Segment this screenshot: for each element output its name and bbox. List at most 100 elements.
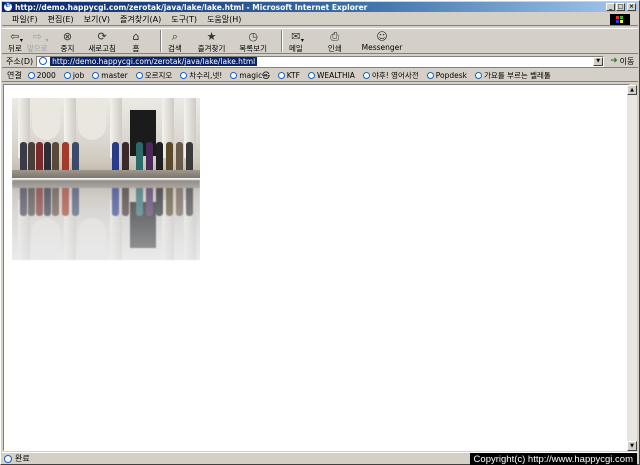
link-text: WEALTHIA xyxy=(316,70,355,80)
forward-dropdown-icon[interactable]: ▾ xyxy=(46,37,49,44)
scroll-up-arrow-icon[interactable]: ▲ xyxy=(627,85,637,95)
link-page-icon xyxy=(27,71,35,79)
history-icon: ◷ xyxy=(248,30,258,43)
search-label: 검색 xyxy=(167,44,182,53)
page-content xyxy=(3,84,630,451)
address-label: 주소(D) xyxy=(6,56,34,66)
back-label: 뒤로 xyxy=(8,44,22,53)
print-label: 인쇄 xyxy=(327,44,342,53)
search-icon: ⌕ xyxy=(171,30,178,43)
menu-bar: 파일(F) 편집(E) 보기(V) 즐겨찾기(A) 도구(T) 도움말(H) xyxy=(2,13,638,26)
stop-label: 중지 xyxy=(60,44,75,53)
link-page-icon xyxy=(426,71,434,79)
forward-button[interactable]: ⇨ 앞으로 xyxy=(26,29,48,54)
link-chasuri[interactable]: 차수리,넷! xyxy=(180,70,222,81)
link-master[interactable]: master xyxy=(92,70,128,80)
address-url[interactable]: http://demo.happycgi.com/zerotak/java/la… xyxy=(50,56,258,66)
menu-edit[interactable]: 편집(E) xyxy=(48,14,74,25)
address-input[interactable]: http://demo.happycgi.com/zerotak/java/la… xyxy=(36,55,605,67)
favorites-label: 즐겨찾기 xyxy=(197,44,226,53)
toolbar-separator xyxy=(281,30,283,52)
history-label: 목록보기 xyxy=(239,44,267,53)
go-label: 이동 xyxy=(619,56,635,66)
link-text: 야후! 영어사전 xyxy=(371,70,419,80)
close-button[interactable]: × xyxy=(627,3,636,11)
back-dropdown-icon[interactable]: ▾ xyxy=(20,37,23,44)
go-arrow-icon: ➜ xyxy=(610,56,618,66)
link-page-icon xyxy=(277,71,285,79)
favorites-button[interactable]: ★ 즐겨찾기 xyxy=(197,29,226,54)
copyright-overlay: Copyright(c) http://www.happycgi.com xyxy=(469,453,637,465)
refresh-button[interactable]: ⟳ 새로고침 xyxy=(88,29,116,54)
browser-window: http://demo.happycgi.com/zerotak/java/la… xyxy=(0,0,640,465)
home-button[interactable]: ⌂ 홈 xyxy=(130,29,142,54)
link-text: magic㉿ xyxy=(239,70,270,80)
lake-scene-photo xyxy=(12,98,200,178)
link-page-icon xyxy=(362,71,370,79)
forward-arrow-icon: ⇨ xyxy=(32,30,42,43)
link-page-icon xyxy=(180,71,188,79)
maximize-button[interactable]: □ xyxy=(616,3,625,11)
ie-app-icon[interactable] xyxy=(4,0,12,11)
address-dropdown-icon[interactable]: ▼ xyxy=(593,56,604,66)
print-button[interactable]: ⎙ 인쇄 xyxy=(327,29,342,54)
link-page-icon xyxy=(92,71,100,79)
address-bar: 주소(D) http://demo.happycgi.com/zerotak/j… xyxy=(2,55,638,68)
link-2000[interactable]: 2000 xyxy=(27,70,56,80)
printer-icon: ⎙ xyxy=(330,30,340,43)
vertical-scrollbar[interactable]: ▲ ▼ xyxy=(627,85,637,451)
menu-file[interactable]: 파일(F) xyxy=(12,14,38,25)
toolbar-separator xyxy=(159,30,162,52)
link-yahoo-dictionary[interactable]: 야후! 영어사전 xyxy=(362,70,419,81)
title-bar: http://demo.happycgi.com/zerotak/java/la… xyxy=(2,0,638,12)
search-button[interactable]: ⌕ 검색 xyxy=(167,29,182,54)
link-magic[interactable]: magic㉿ xyxy=(230,70,270,81)
lake-applet-image xyxy=(12,98,200,261)
link-text: job xyxy=(72,70,85,80)
menu-help[interactable]: 도움말(H) xyxy=(207,14,241,25)
link-text: 2000 xyxy=(36,70,56,80)
water-tint xyxy=(12,180,200,260)
link-popdesk[interactable]: Popdesk xyxy=(426,70,467,80)
page-icon xyxy=(39,57,48,65)
stop-button[interactable]: ⊗ 중지 xyxy=(60,29,75,54)
link-page-icon xyxy=(230,71,238,79)
messenger-person-icon: ☺ xyxy=(376,30,388,43)
refresh-icon: ⟳ xyxy=(97,30,107,43)
link-ringtone[interactable]: 가요를 부르는 벨레톨 xyxy=(474,70,551,81)
windows-logo-icon xyxy=(610,14,630,25)
history-button[interactable]: ◷ 목록보기 xyxy=(239,29,267,54)
link-orgio[interactable]: 오르지오 xyxy=(135,70,173,81)
home-label: 홈 xyxy=(132,44,140,53)
scroll-down-arrow-icon[interactable]: ▼ xyxy=(627,441,637,451)
link-job[interactable]: job xyxy=(63,70,85,80)
status-bar: 완료 Copyright(c) http://www.happycgi.com xyxy=(2,452,638,465)
messenger-label: Messenger xyxy=(361,43,403,52)
forward-label: 앞으로 xyxy=(26,44,48,53)
standard-toolbar: ⇦ 뒤로 ▾ ⇨ 앞으로 ▾ ⊗ 중지 ⟳ 새로고침 ⌂ 홈 ⌕ 검색 ★ 즐겨… xyxy=(2,28,638,54)
favorites-folder-icon: ★ xyxy=(206,30,217,43)
link-wealthia[interactable]: WEALTHIA xyxy=(307,70,355,80)
link-page-icon xyxy=(474,71,482,79)
refresh-label: 새로고침 xyxy=(88,44,116,53)
link-text: 오르지오 xyxy=(144,70,173,80)
window-title: http://demo.happycgi.com/zerotak/java/la… xyxy=(15,2,368,12)
link-ktf[interactable]: KTF xyxy=(277,70,300,80)
link-text: KTF xyxy=(286,70,300,80)
menu-tools[interactable]: 도구(T) xyxy=(171,14,197,25)
link-text: 가요를 부르는 벨레톨 xyxy=(483,70,551,80)
menu-favorites[interactable]: 즐겨찾기(A) xyxy=(120,14,161,25)
status-text: 완료 xyxy=(15,454,30,463)
page-done-icon xyxy=(4,454,12,463)
link-page-icon xyxy=(135,71,143,79)
link-text: 차수리,넷! xyxy=(189,70,223,80)
link-page-icon xyxy=(307,71,315,79)
link-text: master xyxy=(101,70,128,80)
minimize-button[interactable]: _ xyxy=(606,3,615,11)
messenger-button[interactable]: ☺ Messenger xyxy=(362,29,403,53)
mail-dropdown-icon[interactable]: ▾ xyxy=(301,37,304,44)
window-controls: _ □ × xyxy=(605,3,636,11)
menu-view[interactable]: 보기(V) xyxy=(84,14,110,25)
go-button[interactable]: ➜ 이동 xyxy=(610,56,634,67)
link-text: Popdesk xyxy=(435,70,467,80)
